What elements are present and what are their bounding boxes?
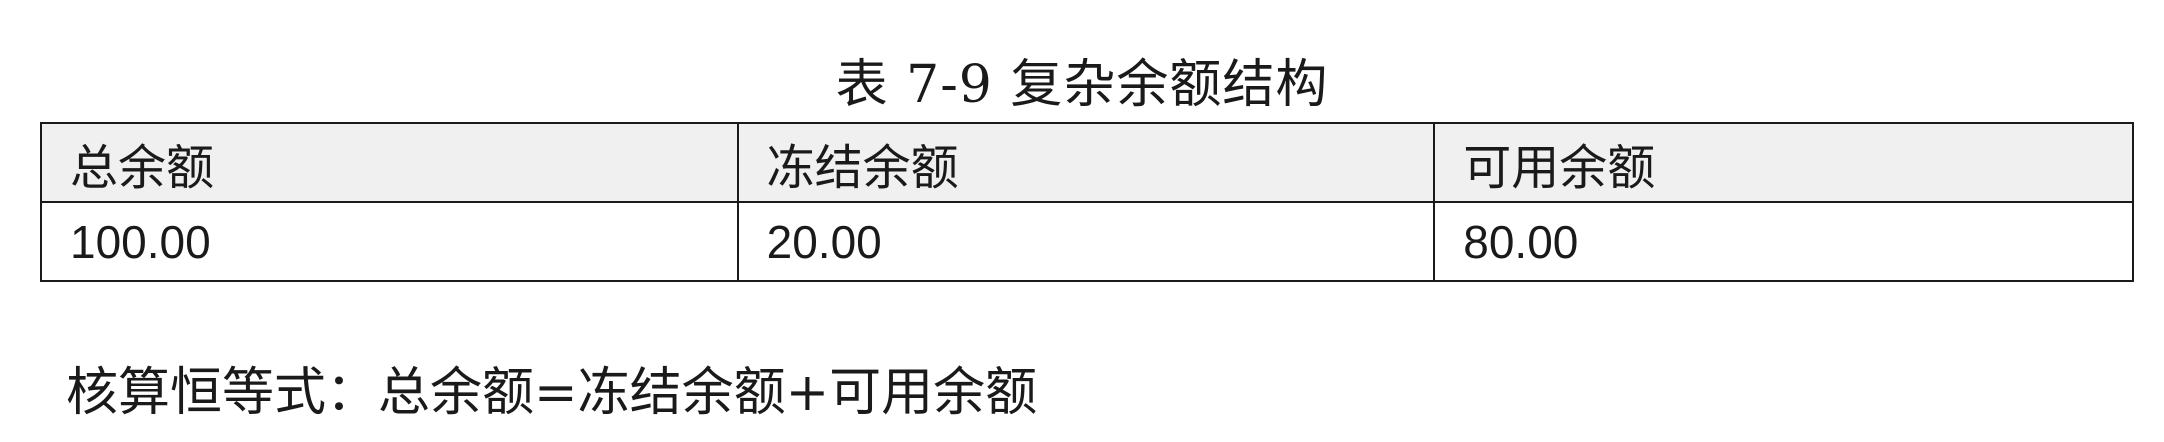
cell-total-balance: 100.00 (40, 201, 739, 282)
balance-structure-table: 总余额 冻结余额 可用余额 100.00 20.00 80.00 (40, 122, 2134, 282)
cell-available-balance: 80.00 (1433, 201, 2134, 282)
accounting-identity-formula: 核算恒等式：总余额=冻结余额+可用余额 (66, 363, 1038, 423)
header-total-balance: 总余额 (40, 122, 739, 203)
table-caption: 表 7-9 复杂余额结构 (835, 55, 1329, 115)
table-header-row: 总余额 冻结余额 可用余额 (40, 122, 2134, 203)
header-frozen-balance: 冻结余额 (736, 122, 1436, 203)
cell-frozen-balance: 20.00 (736, 201, 1436, 282)
header-available-balance: 可用余额 (1433, 122, 2134, 203)
table-row: 100.00 20.00 80.00 (40, 201, 2134, 282)
